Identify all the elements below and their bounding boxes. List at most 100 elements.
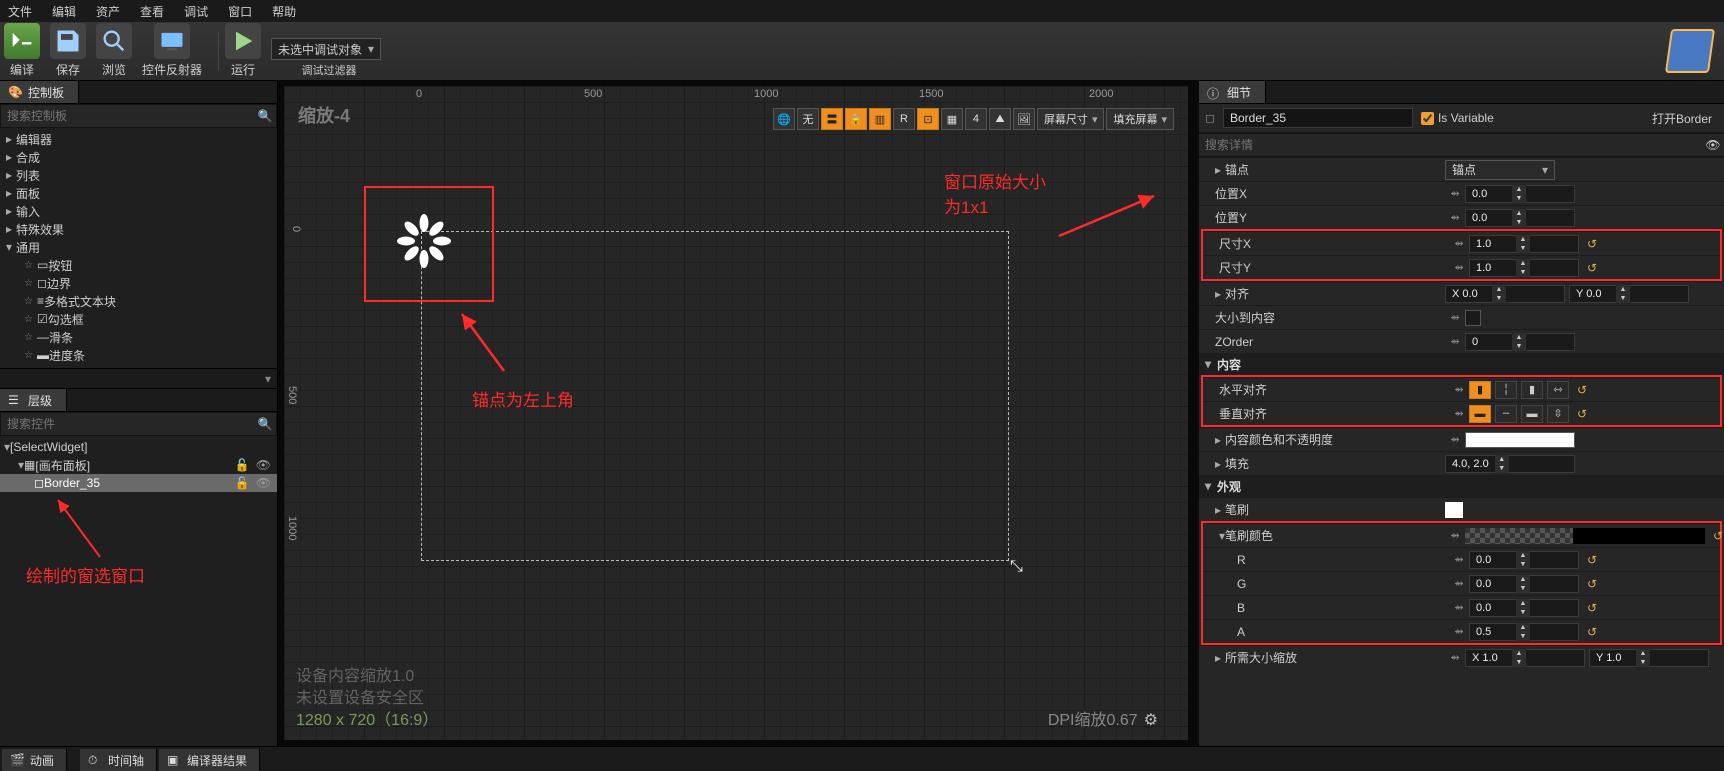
eye-icon[interactable]: 👁 [256,458,271,472]
browse-button[interactable]: 浏览 [96,23,132,78]
hier-root[interactable]: ▾[SelectWidget] [0,438,277,456]
menu-view[interactable]: 查看 [140,3,164,20]
compile-button[interactable]: 编译 [4,23,40,78]
sizey-input[interactable]: 1.0▲▼ [1469,259,1579,277]
gear-icon[interactable]: ⚙ [1144,712,1158,729]
lock-icon[interactable]: 🔓 [235,458,250,472]
halign-right-button[interactable]: ▮ [1521,381,1543,399]
menu-window[interactable]: 窗口 [228,3,252,20]
reset-icon[interactable]: ↺ [1587,261,1597,275]
hier-border[interactable]: ◻ Border_35🔓👁 [0,474,277,492]
vp-snap-button[interactable]: ▥ [869,108,891,130]
content-color-swatch[interactable] [1465,432,1575,448]
palette-tab[interactable]: 🎨 控制板 [0,81,79,103]
pin-icon[interactable]: ⇴ [1449,601,1469,614]
hierarchy-search-input[interactable] [1,417,254,431]
reset-icon[interactable]: ↺ [1577,383,1587,397]
hierarchy-tab[interactable]: ☰ 层级 [0,389,67,411]
zorder-input[interactable]: 0▲▼ [1465,333,1575,351]
padding-input[interactable]: 4.0, 2.0▲▼ [1445,455,1575,473]
cat-appear[interactable]: ▾外观 [1199,475,1724,497]
viewport[interactable]: 0 500 1000 1500 2000 0 500 1000 缩放-4 🌐 无… [284,86,1188,740]
vp-nodebug-button[interactable]: 无 [797,108,819,130]
anchor-combo[interactable]: 锚点 [1445,160,1555,180]
cat-fx[interactable]: ▸特殊效果 [0,220,277,238]
item-richtext[interactable]: ☆≡ 多格式文本块 [0,292,277,310]
alignx-input[interactable]: X 0.0▲▼ [1445,285,1565,303]
pin-icon[interactable]: ⇴ [1449,553,1469,566]
run-button[interactable]: 运行 [225,23,261,78]
valign-bottom-button[interactable]: ▬ [1521,405,1543,423]
save-button[interactable]: 保存 [50,23,86,78]
anim-tab[interactable]: 🎬动画 [2,749,67,771]
vp-screensize-combo[interactable]: 屏幕尺寸 [1037,108,1105,130]
vp-grid2-button[interactable]: ▦ [941,108,963,130]
pin-icon[interactable]: ⇴ [1445,335,1465,348]
reset-icon[interactable]: ↺ [1713,529,1723,543]
pin-icon[interactable]: ⇴ [1445,211,1465,224]
brushcolor-swatch[interactable] [1465,528,1705,544]
eye-icon[interactable]: 👁 [1702,134,1724,156]
halign-left-button[interactable]: ▮ [1469,381,1491,399]
vp-fillscreen-combo[interactable]: 填充屏幕 [1106,108,1174,130]
item-checkbox[interactable]: ☆☑ 勾选框 [0,310,277,328]
pin-icon[interactable]: ⇴ [1449,407,1469,420]
details-search-input[interactable] [1199,138,1702,152]
brush-swatch[interactable] [1445,502,1463,518]
valign-top-button[interactable]: ▬ [1469,405,1491,423]
vp-lock-button[interactable]: 🔒 [845,108,867,130]
reset-icon[interactable]: ↺ [1587,625,1597,639]
pin-icon[interactable]: ⇴ [1449,383,1469,396]
aligny-input[interactable]: Y 0.0▲▼ [1569,285,1689,303]
vp-number-button[interactable]: 4 [965,108,987,130]
vp-image-button[interactable]: 🖼 [1013,108,1035,130]
vp-r-button[interactable]: R [893,108,915,130]
pin-icon[interactable]: ⇴ [1445,311,1465,324]
pin-icon[interactable]: ⇴ [1449,261,1469,274]
vp-grid-button[interactable]: 〓 [821,108,843,130]
pin-icon[interactable]: ⇴ [1445,433,1465,446]
cat-editor[interactable]: ▸编辑器 [0,130,277,148]
reset-icon[interactable]: ↺ [1587,553,1597,567]
lock-icon[interactable]: 🔓 [235,476,250,490]
vp-language-button[interactable]: 🌐 [773,108,795,130]
item-button[interactable]: ☆▭ 按钮 [0,256,277,274]
menu-edit[interactable]: 编辑 [52,3,76,20]
pin-icon[interactable]: ⇴ [1445,529,1465,542]
menu-debug[interactable]: 调试 [184,3,208,20]
stc-checkbox[interactable] [1465,310,1481,326]
menu-help[interactable]: 帮助 [272,3,296,20]
palette-dropdown-icon[interactable]: ▾ [265,372,271,386]
cat-list[interactable]: ▸列表 [0,166,277,184]
hier-canvas[interactable]: ▾▦ [画布面板]🔓👁 [0,456,277,474]
widget-name-input[interactable] [1223,108,1413,128]
reset-icon[interactable]: ↺ [1587,577,1597,591]
halign-fill-button[interactable]: ⇿ [1547,381,1569,399]
valign-fill-button[interactable]: ⇳ [1547,405,1569,423]
item-progress[interactable]: ☆▬ 进度条 [0,346,277,364]
vp-clip-button[interactable]: ⛰ [989,108,1011,130]
reflector-button[interactable]: 控件反射器 [142,23,202,78]
menu-asset[interactable]: 资产 [96,3,120,20]
reset-icon[interactable]: ↺ [1587,237,1597,251]
vp-dash-button[interactable]: ⊡ [917,108,939,130]
drawscale-y-input[interactable]: Y 1.0▲▼ [1589,649,1709,667]
g-input[interactable]: 0.0▲▼ [1469,575,1579,593]
item-border[interactable]: ☆◻ 边界 [0,274,277,292]
sizex-input[interactable]: 1.0▲▼ [1469,235,1579,253]
cat-panel[interactable]: ▸面板 [0,184,277,202]
menu-file[interactable]: 文件 [8,3,32,20]
drawscale-x-input[interactable]: X 1.0▲▼ [1465,649,1585,667]
pin-icon[interactable]: ⇴ [1449,577,1469,590]
halign-center-button[interactable]: ╎ [1495,381,1517,399]
pin-icon[interactable]: ⇴ [1445,187,1465,200]
cat-input[interactable]: ▸输入 [0,202,277,220]
cat-common[interactable]: ▾通用 [0,238,277,256]
b-input[interactable]: 0.0▲▼ [1469,599,1579,617]
cat-compose[interactable]: ▸合成 [0,148,277,166]
posx-input[interactable]: 0.0▲▼ [1465,185,1575,203]
valign-center-button[interactable]: ╌ [1495,405,1517,423]
open-border-link[interactable]: 打开Border [1652,110,1712,127]
item-slider[interactable]: ☆— 滑条 [0,328,277,346]
is-variable-checkbox[interactable]: Is Variable [1421,111,1494,125]
